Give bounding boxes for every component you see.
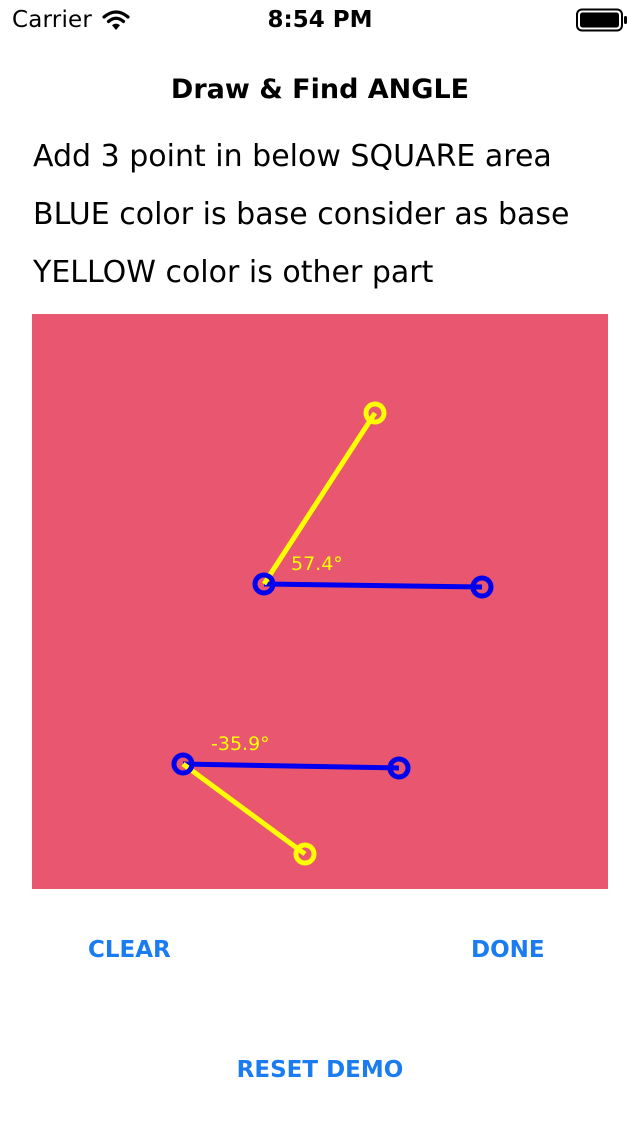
- drawing-surface[interactable]: 57.4° -35.9°: [32, 314, 608, 889]
- clock: 8:54 PM: [267, 7, 373, 33]
- drawing-canvas[interactable]: 57.4° -35.9°: [32, 314, 608, 889]
- angle-value-label: 57.4°: [291, 553, 343, 575]
- battery-icon: [576, 8, 627, 32]
- page-title: Draw & Find ANGLE: [170, 74, 470, 105]
- instruction-line-1: Add 3 point in below SQUARE area: [33, 139, 552, 174]
- base-line: [263, 581, 483, 590]
- angle-value-label: -35.9°: [211, 733, 270, 755]
- instruction-line-2: BLUE color is base consider as base: [33, 197, 570, 232]
- status-bar: Carrier 8:54 PM: [0, 0, 640, 40]
- reset-demo-button[interactable]: RESET DEMO: [0, 1057, 640, 1083]
- canvas-background[interactable]: [32, 314, 608, 889]
- instruction-line-3: YELLOW color is other part: [33, 255, 434, 290]
- clear-button[interactable]: CLEAR: [88, 937, 171, 963]
- done-button[interactable]: DONE: [471, 937, 545, 963]
